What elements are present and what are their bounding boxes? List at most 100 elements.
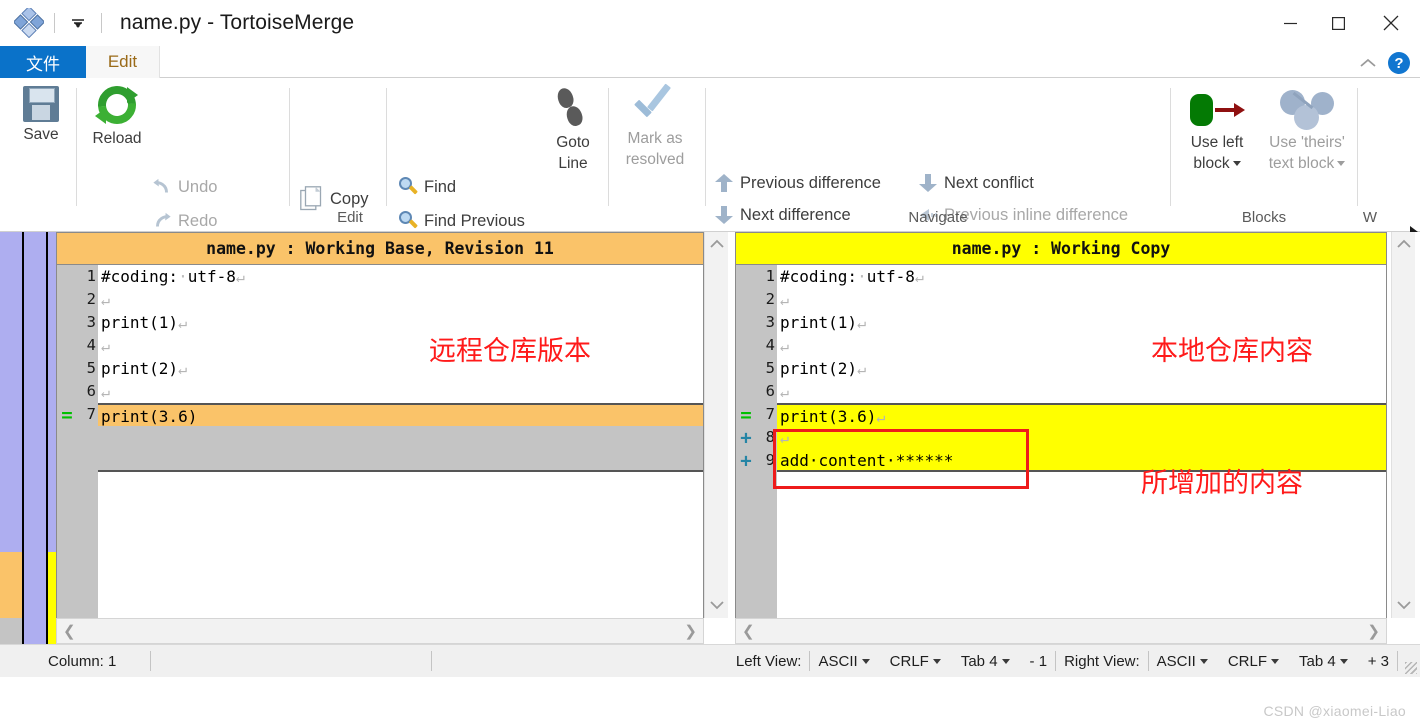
code-line-added[interactable]: ↵ (777, 426, 1386, 449)
previous-difference-button[interactable]: Previous difference (714, 168, 881, 198)
right-eol-dropdown[interactable]: CRLF (1220, 645, 1291, 677)
right-change-marks: = + + (736, 265, 756, 472)
code-line[interactable]: print(2)↵ (98, 357, 703, 380)
chevron-down-icon[interactable] (1337, 161, 1346, 167)
maximize-button[interactable] (1314, 0, 1362, 46)
code-text: print(3.6) (101, 407, 198, 426)
right-tab-dropdown[interactable]: Tab 4 (1291, 645, 1360, 677)
code-text-2: utf-8 (866, 267, 915, 286)
reload-refresh-icon (90, 78, 144, 132)
save-button[interactable]: Save (4, 86, 78, 143)
find-button[interactable]: Find (398, 172, 456, 202)
goto-line-button[interactable]: Goto Line (540, 86, 606, 173)
mark-equal: = (61, 403, 73, 426)
right-pane-annotation-top: 本地仓库内容 (1151, 336, 1313, 367)
right-encoding-dropdown[interactable]: ASCII (1149, 645, 1220, 677)
right-eol-value: CRLF (1227, 652, 1268, 670)
scroll-down-chevron-icon[interactable] (1396, 593, 1412, 618)
scroll-right-chevron-icon[interactable]: ❯ (684, 622, 697, 640)
code-line[interactable]: #coding:·utf-8↵ (98, 265, 703, 288)
chevron-down-icon[interactable] (1271, 658, 1280, 664)
scroll-up-chevron-icon[interactable] (709, 232, 725, 257)
window-controls (1266, 0, 1420, 46)
close-button[interactable] (1362, 0, 1420, 46)
chevron-down-icon[interactable] (1232, 161, 1241, 167)
goto-line-label-2: Line (558, 155, 588, 173)
save-disk-icon (23, 86, 59, 122)
reload-button[interactable]: Reload (80, 78, 154, 147)
code-line-equal[interactable]: print(3.6)↵ (777, 403, 1386, 426)
scroll-right-chevron-icon[interactable]: ❯ (1367, 622, 1380, 640)
chevron-down-icon[interactable] (1339, 658, 1348, 664)
tabstrip-filler (160, 46, 1420, 78)
right-code-lines[interactable]: #coding:·utf-8↵ ↵ print(1)↵ ↵ print(2)↵ … (777, 265, 1386, 472)
tab-file[interactable]: 文件 (0, 46, 86, 78)
left-pane-body[interactable]: = 1 2 3 4 5 6 7 #coding:·utf-8↵ ↵ print(… (56, 265, 704, 618)
right-pane-body[interactable]: = + + 1 2 3 4 5 6 7 8 9 #coding:·utf-8↵ (735, 265, 1387, 618)
code-line[interactable]: #coding:·utf-8↵ (777, 265, 1386, 288)
minimize-button[interactable] (1266, 0, 1314, 46)
left-vertical-scrollbar[interactable] (704, 232, 728, 618)
right-diff-pane: name.py : Working Copy = + + 1 2 3 4 5 6… (735, 232, 1387, 644)
title-bar: name.py - TortoiseMerge (0, 0, 1420, 46)
chevron-up-icon[interactable] (1358, 55, 1378, 72)
tab-edit[interactable]: Edit (86, 46, 160, 78)
use-left-block-button[interactable]: Use left block (1175, 90, 1259, 172)
scroll-left-chevron-icon[interactable]: ❮ (63, 622, 76, 640)
overview-strip-2[interactable] (24, 232, 46, 644)
chevron-down-icon[interactable] (1199, 658, 1208, 664)
code-line[interactable]: ↵ (777, 288, 1386, 311)
scroll-left-chevron-icon[interactable]: ❮ (742, 622, 755, 640)
line-number: 7 (765, 405, 775, 423)
left-encoding-dropdown[interactable]: ASCII (810, 645, 881, 677)
space-dot: · (857, 267, 867, 286)
right-horizontal-scrollbar[interactable]: ❮ ❯ (735, 618, 1387, 644)
chevron-down-icon[interactable] (932, 658, 941, 664)
line-number: 3 (86, 313, 96, 331)
code-line[interactable]: ↵ (98, 288, 703, 311)
quick-access-toolbar-chevron-icon[interactable] (65, 12, 91, 34)
status-sep-6 (1397, 651, 1398, 671)
scroll-up-chevron-icon[interactable] (1396, 232, 1412, 257)
scroll-down-chevron-icon[interactable] (709, 593, 725, 618)
left-encoding-value: ASCII (818, 652, 858, 670)
code-line[interactable]: ↵ (98, 380, 703, 403)
code-line[interactable]: print(1)↵ (98, 311, 703, 334)
left-horizontal-scrollbar[interactable]: ❮ ❯ (56, 618, 704, 644)
code-line-filler (98, 426, 703, 449)
left-code-lines[interactable]: #coding:·utf-8↵ ↵ print(1)↵ ↵ print(2)↵ … (98, 265, 703, 472)
right-vertical-scrollbar[interactable] (1391, 232, 1415, 618)
left-eol-dropdown[interactable]: CRLF (882, 645, 953, 677)
code-line[interactable]: ↵ (98, 334, 703, 357)
undo-button[interactable]: Undo (152, 172, 217, 202)
footprints-icon (555, 86, 590, 130)
code-text-2: utf-8 (187, 267, 236, 286)
overview-strip-1[interactable] (0, 232, 22, 644)
next-conflict-button[interactable]: Next conflict (918, 168, 1034, 198)
chevron-down-icon[interactable] (1001, 658, 1010, 664)
help-button[interactable]: ? (1388, 52, 1410, 74)
left-change-count: - 1 (1029, 652, 1048, 670)
left-tab-dropdown[interactable]: Tab 4 (953, 645, 1022, 677)
cr-glyph: ↵ (101, 383, 111, 401)
mark-added: + (740, 449, 752, 472)
code-text: #coding: (780, 267, 858, 286)
mark-blank (736, 265, 756, 288)
mark-blank (57, 288, 77, 311)
mark-as-resolved-button[interactable]: Mark as resolved (613, 92, 697, 168)
find-label: Find (424, 177, 457, 196)
use-theirs-text-block-button[interactable]: Use 'theirs' text block (1259, 90, 1355, 172)
ribbon-group-edit: Save Reload Undo Redo Copy Find Find Pre… (0, 78, 705, 270)
resize-grip[interactable] (1405, 662, 1417, 674)
mark-blank (736, 311, 756, 334)
code-line-equal[interactable]: print(3.6) (98, 403, 703, 426)
code-text: #coding: (101, 267, 179, 286)
status-column: Column: 1 (48, 652, 117, 670)
ribbon: Save Reload Undo Redo Copy Find Find Pre… (0, 78, 1420, 270)
chevron-down-icon[interactable] (861, 658, 870, 664)
mark-blank (57, 265, 77, 288)
code-line[interactable]: ↵ (777, 380, 1386, 403)
line-number: 3 (765, 313, 775, 331)
copy-label: Copy (330, 189, 369, 208)
ribbon-controls: ? (1358, 50, 1410, 76)
